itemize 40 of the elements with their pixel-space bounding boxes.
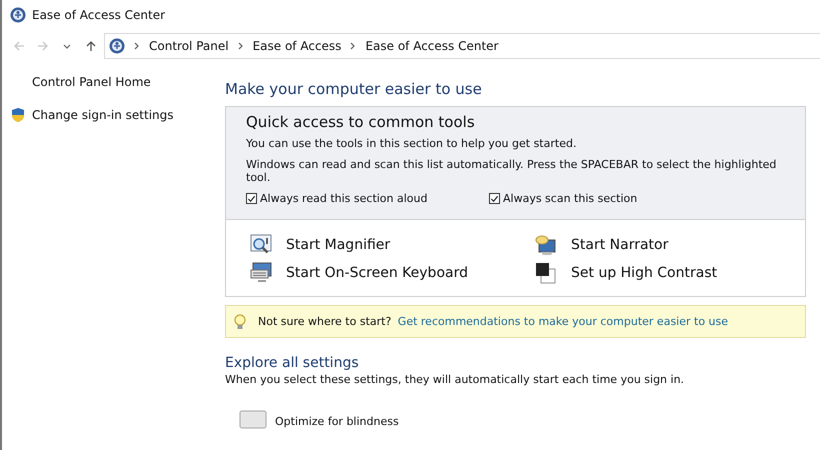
forward-icon (36, 39, 50, 53)
section-title: Quick access to common tools (246, 113, 476, 131)
breadcrumb-item[interactable]: Ease of Access Center (365, 39, 498, 53)
check-icon (490, 194, 499, 204)
keyboard-icon (250, 262, 272, 284)
shield-icon (10, 107, 26, 123)
control-panel-icon (109, 38, 125, 54)
description-text: You can use the tools in this section to help you get started. (246, 137, 578, 150)
contrast-icon (535, 262, 557, 284)
description-text: When you select these settings, they will automatically start each time you sign in. (225, 373, 686, 386)
section-heading: Explore all settings (225, 355, 360, 371)
narrator-icon (535, 234, 557, 256)
checkbox[interactable] (489, 193, 500, 204)
sidebar-link[interactable]: Control Panel Home (32, 75, 151, 89)
chevron-icon (133, 41, 141, 51)
tool-link[interactable]: Start Narrator (535, 234, 781, 256)
chevron-icon (349, 41, 358, 51)
window-title: Ease of Access Center (32, 8, 166, 22)
chevron-icon (236, 41, 245, 51)
setting-link[interactable]: Optimize for blindness (225, 410, 806, 432)
tip-text: Not sure where to start? (258, 315, 392, 328)
description-text: Windows can read and scan this list automatically. Press the SPACEBAR to select the highlighted tool. (246, 158, 778, 184)
magnifier-icon (250, 234, 272, 256)
back-icon (12, 39, 26, 53)
ease-of-access-icon (10, 7, 26, 23)
tool-link[interactable]: Start On-Screen Keyboard (250, 262, 535, 284)
up-icon (84, 39, 98, 53)
checkbox-label: Always scan this section (503, 192, 638, 205)
sidebar-link[interactable]: Change sign-in settings (32, 108, 174, 122)
breadcrumb-item[interactable]: Control Panel (149, 39, 229, 53)
recommendations-link[interactable]: Get recommendations to make your computer easier to use (398, 315, 728, 328)
page-heading: Make your computer easier to use (225, 80, 483, 98)
tool-link[interactable]: Set up High Contrast (535, 262, 781, 284)
breadcrumb-item[interactable]: Ease of Access (252, 39, 342, 53)
address-bar[interactable]: Control Panel Ease of Access Ease of Access Center (104, 33, 820, 59)
check-icon (247, 194, 256, 204)
checkbox-label: Always read this section aloud (260, 192, 428, 205)
tool-link[interactable]: Start Magnifier (250, 234, 535, 256)
checkbox[interactable] (246, 193, 257, 204)
lightbulb-icon (234, 314, 246, 330)
